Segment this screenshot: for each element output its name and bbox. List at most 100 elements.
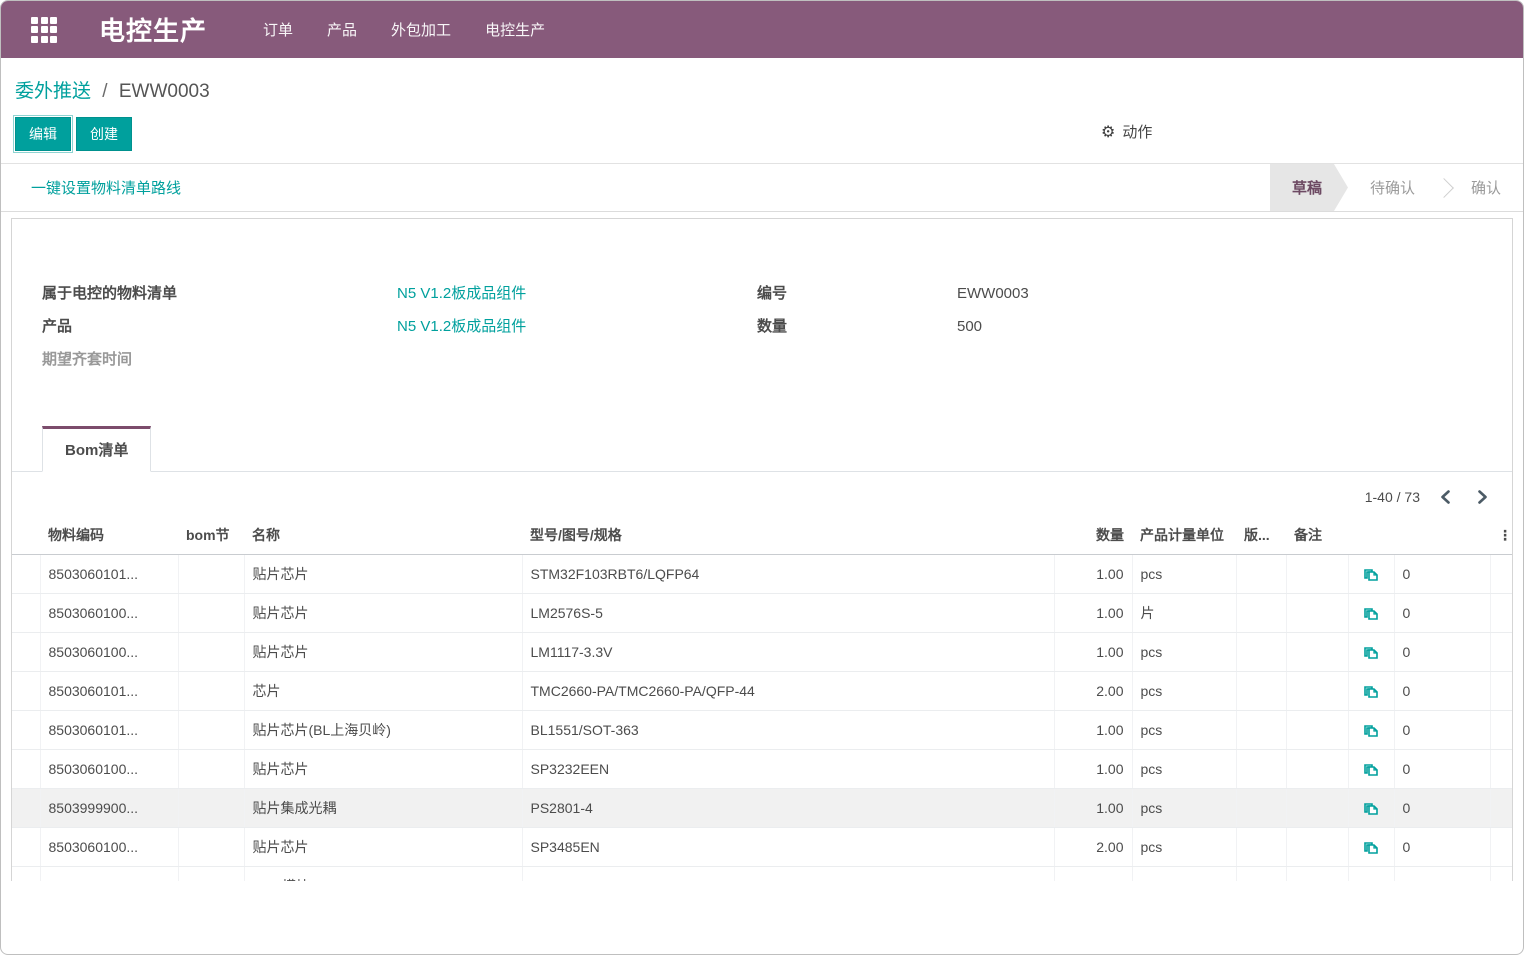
cell-version <box>1236 711 1286 750</box>
cell-end <box>1490 828 1513 867</box>
col-note[interactable]: 备注 <box>1286 516 1348 555</box>
breadcrumb-separator: / <box>102 81 107 102</box>
pager-prev-button[interactable] <box>1434 488 1457 506</box>
cell-material-code: 8503060100... <box>40 828 178 867</box>
field-value-bom-of-control[interactable]: N5 V1.2板成品组件 <box>397 283 526 304</box>
cell-copy <box>1348 789 1394 828</box>
table-row[interactable]: 8503060100... 贴片芯片 SP3232EEN 1.00 pcs 0 <box>12 750 1513 789</box>
table-row[interactable]: 8503060101... 贴片芯片(BL上海贝岭) BL1551/SOT-36… <box>12 711 1513 750</box>
cell-copy <box>1348 594 1394 633</box>
apps-grid-icon[interactable] <box>31 17 57 43</box>
nav-menu: 订单 产品 外包加工 电控生产 <box>263 19 545 40</box>
cell-name: 贴片集成光耦 <box>244 789 522 828</box>
nav-item-orders[interactable]: 订单 <box>263 19 293 40</box>
table-row[interactable]: 8503999900... 贴片集成光耦 PS2801-4 1.00 pcs 0 <box>12 789 1513 828</box>
chevron-right-icon <box>1477 490 1488 504</box>
col-model-spec[interactable]: 型号/图号/规格 <box>522 516 1054 555</box>
cell-note <box>1286 672 1348 711</box>
copy-icon[interactable] <box>1363 683 1380 700</box>
col-copy <box>1348 516 1394 555</box>
table-row[interactable]: 8503060100... 贴片芯片 SP3485EN 2.00 pcs 0 <box>12 828 1513 867</box>
copy-icon[interactable] <box>1363 761 1380 778</box>
cell-end <box>1490 555 1513 594</box>
cell-attachment-count: 0 <box>1394 867 1490 882</box>
action-menu-label: 动作 <box>1122 121 1152 142</box>
cell-model-spec: LM2576S-5 <box>522 594 1054 633</box>
cell-material-code: 8503060100... <box>40 594 178 633</box>
cell-version <box>1236 867 1286 882</box>
cell-model-spec: STM32F103RBT6/LQFP64 <box>522 555 1054 594</box>
form-sheet: 属于电控的物料清单 N5 V1.2板成品组件 产品 N5 V1.2板成品组件 期… <box>11 218 1513 881</box>
route-set-button[interactable]: 一键设置物料清单路线 <box>31 177 181 198</box>
table-row[interactable]: 8516999900... CAN模块 CTM1051KAT/DIP-8 1.0… <box>12 867 1513 882</box>
col-version[interactable]: 版... <box>1236 516 1286 555</box>
copy-icon[interactable] <box>1363 566 1380 583</box>
col-handle <box>12 516 40 555</box>
col-quantity[interactable]: 数量 <box>1054 516 1132 555</box>
cell-copy <box>1348 711 1394 750</box>
cell-end <box>1490 867 1513 882</box>
edit-button[interactable]: 编辑 <box>15 117 71 151</box>
optional-columns-toggle[interactable]: ⋮ <box>1490 516 1513 555</box>
cell-material-code: 8503060100... <box>40 750 178 789</box>
row-handle-cell <box>12 789 40 828</box>
cell-copy <box>1348 828 1394 867</box>
pager-next-button[interactable] <box>1471 488 1494 506</box>
tab-bom-list[interactable]: Bom清单 <box>42 426 151 472</box>
copy-icon[interactable] <box>1363 605 1380 622</box>
cell-uom: pcs <box>1132 711 1236 750</box>
cell-bom-node <box>178 672 244 711</box>
field-label-expected-kitting-time: 期望齐套时间 <box>42 349 397 370</box>
status-step-draft[interactable]: 草稿 <box>1270 164 1348 211</box>
field-value-product[interactable]: N5 V1.2板成品组件 <box>397 316 526 337</box>
cell-name: 贴片芯片 <box>244 750 522 789</box>
col-count <box>1394 516 1490 555</box>
status-step-confirmed[interactable]: 确认 <box>1449 164 1523 211</box>
field-value-reference: EWW0003 <box>957 283 1029 304</box>
cell-bom-node <box>178 750 244 789</box>
cell-model-spec: PS2801-4 <box>522 789 1054 828</box>
action-menu[interactable]: ⚙ 动作 <box>1101 121 1152 142</box>
cell-version <box>1236 828 1286 867</box>
nav-item-products[interactable]: 产品 <box>327 19 357 40</box>
cell-copy <box>1348 672 1394 711</box>
cell-quantity: 1.00 <box>1054 711 1132 750</box>
app-window: 电控生产 订单 产品 外包加工 电控生产 委外推送 / EWW0003 编辑 创… <box>0 0 1524 955</box>
app-brand[interactable]: 电控生产 <box>99 11 207 48</box>
create-button[interactable]: 创建 <box>76 117 132 151</box>
cell-bom-node <box>178 555 244 594</box>
cell-name: 贴片芯片 <box>244 555 522 594</box>
col-uom[interactable]: 产品计量单位 <box>1132 516 1236 555</box>
col-name[interactable]: 名称 <box>244 516 522 555</box>
nav-item-outsourcing[interactable]: 外包加工 <box>391 19 451 40</box>
row-handle-cell <box>12 711 40 750</box>
col-bom-node[interactable]: bom节 <box>178 516 244 555</box>
cell-name: 贴片芯片 <box>244 633 522 672</box>
copy-icon[interactable] <box>1363 800 1380 817</box>
cell-model-spec: LM1117-3.3V <box>522 633 1054 672</box>
copy-icon[interactable] <box>1363 839 1380 856</box>
copy-icon[interactable] <box>1363 878 1380 881</box>
nav-item-production[interactable]: 电控生产 <box>485 19 545 40</box>
table-row[interactable]: 8503060101... 芯片 TMC2660-PA/TMC2660-PA/Q… <box>12 672 1513 711</box>
cell-material-code: 8503060100... <box>40 633 178 672</box>
cell-quantity: 2.00 <box>1054 828 1132 867</box>
row-handle-cell <box>12 555 40 594</box>
table-row[interactable]: 8503060101... 贴片芯片 STM32F103RBT6/LQFP64 … <box>12 555 1513 594</box>
status-step-to-confirm[interactable]: 待确认 <box>1348 164 1437 211</box>
cell-uom: pcs <box>1132 672 1236 711</box>
cell-version <box>1236 750 1286 789</box>
field-label-product: 产品 <box>42 316 397 337</box>
col-material-code[interactable]: 物料编码 <box>40 516 178 555</box>
copy-icon[interactable] <box>1363 722 1380 739</box>
cell-uom: pcs <box>1132 867 1236 882</box>
row-handle-cell <box>12 828 40 867</box>
cell-end <box>1490 672 1513 711</box>
breadcrumb-parent-link[interactable]: 委外推送 <box>15 81 91 102</box>
table-row[interactable]: 8503060100... 贴片芯片 LM2576S-5 1.00 片 0 <box>12 594 1513 633</box>
breadcrumb: 委外推送 / EWW0003 <box>15 76 1509 103</box>
cell-model-spec: BL1551/SOT-363 <box>522 711 1054 750</box>
cell-quantity: 2.00 <box>1054 672 1132 711</box>
copy-icon[interactable] <box>1363 644 1380 661</box>
table-row[interactable]: 8503060100... 贴片芯片 LM1117-3.3V 1.00 pcs … <box>12 633 1513 672</box>
